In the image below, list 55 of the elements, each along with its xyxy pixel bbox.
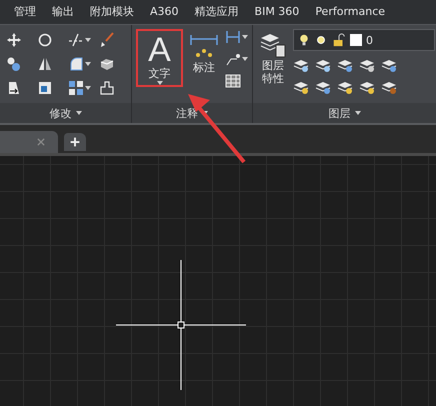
menu-tab[interactable]: 附加模块 (82, 0, 142, 24)
dimension-tool-button[interactable]: 标注 (187, 29, 221, 87)
stretch-icon[interactable] (6, 80, 22, 96)
caret-icon[interactable] (76, 111, 82, 115)
caret-icon[interactable] (85, 86, 91, 90)
caret-icon[interactable] (85, 62, 91, 66)
box-icon[interactable] (99, 56, 115, 72)
menu-tab[interactable]: 管理 (6, 0, 44, 24)
caret-icon[interactable] (156, 81, 162, 85)
menu-tab[interactable]: 精选应用 (186, 0, 247, 24)
layers-icon[interactable] (359, 79, 375, 95)
scale-square-icon[interactable] (37, 80, 53, 96)
layer-stack-icon (259, 33, 287, 59)
color-swatch-icon (350, 34, 362, 46)
layers-icon[interactable] (315, 79, 331, 95)
lightbulb-icon[interactable] (298, 33, 310, 47)
panel-title[interactable]: 注释 (132, 103, 252, 123)
panel-title[interactable]: 图层 (253, 103, 436, 123)
menu-tab[interactable]: 输出 (44, 0, 82, 24)
layers-icon[interactable] (359, 57, 375, 73)
text-tool-button[interactable]: A 文字 (136, 29, 183, 87)
layers-icon[interactable] (315, 57, 331, 73)
layers-icon[interactable] (381, 57, 397, 73)
fillet-icon[interactable] (68, 56, 84, 72)
table-icon[interactable] (225, 73, 241, 89)
panel-title[interactable]: 修改 (0, 103, 131, 123)
layers-icon[interactable] (337, 79, 353, 95)
mirror-triangle-icon[interactable] (37, 56, 53, 72)
offset-shape-icon[interactable] (99, 80, 115, 96)
layer-dropdown[interactable]: 0 (293, 29, 435, 51)
brush-icon[interactable] (99, 32, 115, 48)
plus-icon[interactable] (70, 137, 80, 147)
move-arrows-icon[interactable] (6, 32, 22, 48)
layers-icon[interactable] (293, 57, 309, 73)
caret-icon[interactable] (85, 38, 91, 42)
linear-dimension-icon[interactable] (225, 29, 241, 45)
menu-tab[interactable]: BIM 360 (246, 0, 308, 24)
copy-circles-icon[interactable] (6, 56, 22, 72)
layer-properties-button[interactable]: 图层特性 (257, 29, 289, 87)
menu-tab[interactable]: A360 (142, 0, 187, 24)
new-tab-button[interactable] (64, 133, 86, 151)
annotation-arrow (186, 92, 248, 164)
trim-line-icon[interactable] (68, 32, 84, 48)
menu-tab[interactable]: Performance (307, 0, 394, 24)
padlock-icon[interactable] (332, 33, 346, 47)
rotate-circle-icon[interactable] (37, 32, 53, 48)
caret-icon[interactable] (242, 57, 248, 61)
layers-icon[interactable] (337, 57, 353, 73)
leader-icon[interactable] (225, 51, 241, 67)
layers-icon[interactable] (293, 79, 309, 95)
caret-icon[interactable] (242, 35, 248, 39)
sun-icon[interactable] (314, 33, 328, 47)
layers-icon[interactable] (381, 79, 397, 95)
caret-icon[interactable] (354, 111, 360, 115)
array-grid-icon[interactable] (68, 80, 84, 96)
